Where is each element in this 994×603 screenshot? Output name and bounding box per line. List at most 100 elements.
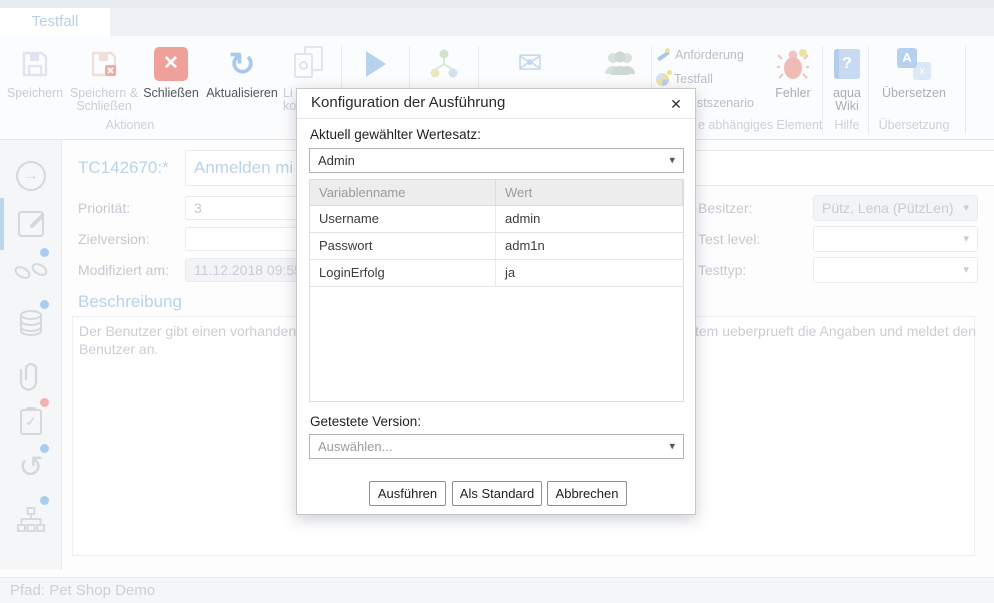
sidebar-item-hierarchy[interactable] [0,496,62,544]
save-close-icon [64,44,144,84]
translate-button[interactable]: xA Übersetzen [876,44,952,100]
run-button[interactable] [348,44,404,84]
table-row[interactable]: Username admin [310,206,683,233]
create-testszenario-button[interactable]: stszenario [697,96,754,110]
status-bar: Pfad: Pet Shop Demo [0,577,994,603]
zielversion-label: Zielversion: [78,231,150,247]
save-close-button[interactable]: Speichern & Schließen [64,44,144,113]
requirement-pencil-icon [656,48,670,62]
clipboard-check-icon: ✓ [20,409,42,435]
group-caption-hilfe: Hilfe [824,118,870,132]
version-select[interactable]: Auswählen... ▾ [309,434,684,459]
group-caption-aktionen: Aktionen [100,118,160,132]
badge-dot-blue [40,496,49,505]
ribbon-separator [822,46,823,134]
testlevel-select[interactable]: ▾ [813,226,978,252]
chevron-down-icon: ▾ [963,227,969,251]
column-header-variablenname: Variablenname [310,180,496,205]
version-label: Getestete Version: [310,414,421,429]
sidebar-item-attachments[interactable] [0,352,62,400]
badge-dot-blue [40,248,49,257]
testlevel-label: Test level: [698,231,760,247]
wertesatz-select[interactable]: Admin ▾ [309,148,684,173]
wiki-label: aqua Wiki [824,87,870,113]
column-header-wert: Wert [496,180,683,205]
dialog-close-icon[interactable]: ✕ [667,95,685,113]
tab-testfall[interactable]: Testfall [0,8,110,36]
group-caption-dependent-element: e abhängiges Element [698,118,822,132]
dialog-title-bar: Konfiguration der Ausführung ✕ [297,89,695,119]
abbrechen-button[interactable]: Abbrechen [547,481,627,506]
people-button[interactable] [590,44,650,84]
als-standard-button[interactable]: Als Standard [452,481,542,506]
sitemap-icon [17,507,45,533]
wiki-button[interactable]: ? aqua Wiki [824,44,870,113]
create-testszenario-label: stszenario [697,96,754,110]
save-label: Speichern [6,87,64,100]
test-steps-icon [16,259,46,285]
create-testfall-button[interactable]: Testfall [656,72,713,86]
sidebar-item-steps[interactable] [0,248,62,296]
chevron-down-icon: ▾ [963,196,969,220]
testtyp-select[interactable]: ▾ [813,257,978,283]
version-placeholder: Auswählen... [318,439,392,454]
sidebar-item-history[interactable]: ↺ [0,444,62,492]
modifiziert-label: Modifiziert am: [78,262,169,278]
variables-table: Variablenname Wert Username admin Passwo… [309,179,684,402]
table-header-row: Variablenname Wert [310,180,683,206]
testtyp-label: Testtyp: [698,262,746,278]
ausfuehren-button[interactable]: Ausführen [369,481,446,506]
mail-icon: ✉ [517,49,542,79]
refresh-icon: ↻ [229,48,256,80]
save-button[interactable]: Speichern [6,44,64,100]
floppy-x-icon [89,49,119,79]
badge-dot-blue [40,300,49,309]
close-button[interactable]: ✕ Schließen [142,44,200,100]
sidebar-item-navigate[interactable]: → [0,152,62,200]
create-anforderung-label: Anforderung [675,48,744,62]
translate-label: Übersetzen [876,87,952,100]
table-row[interactable]: Passwort adm1n [310,233,683,260]
help-book-icon: ? [834,49,860,79]
save-icon [6,44,64,84]
database-icon [18,309,44,339]
besitzer-select[interactable]: Pütz, Lena (PützLen) ▾ [813,195,978,221]
badge-dot-red [40,398,49,407]
content-bottom-strip [0,570,994,577]
variable-value-cell: ja [496,260,683,286]
workflow-button[interactable] [414,44,474,84]
history-clock-icon: ↺ [18,453,43,483]
besitzer-label: Besitzer: [698,200,752,216]
fehler-label: Fehler [765,87,821,100]
prioritaet-label: Priorität: [78,200,130,216]
table-row[interactable]: LoginErfolg ja [310,260,683,287]
mail-button[interactable]: ✉ [500,44,560,84]
variable-value-cell: adm1n [496,233,683,259]
ribbon-separator [868,46,869,134]
ribbon-tab-bar: Testfall [0,8,994,36]
dialog-title: Konfiguration der Ausführung [311,94,505,111]
refresh-button[interactable]: ↻ Aktualisieren [200,44,284,100]
badge-dot-blue [40,444,49,453]
testcase-id: TC142670:* [78,158,169,178]
sidebar-item-tasks[interactable]: ✓ [0,398,62,446]
testcase-pie-icon [656,73,669,86]
group-caption-uebersetzung: Übersetzung [876,118,952,132]
floppy-icon [20,49,50,79]
edit-pencil-icon [18,211,44,237]
close-x-icon: ✕ [154,47,188,81]
create-anforderung-button[interactable]: Anforderung [656,48,744,62]
sidebar-item-edit[interactable] [0,200,62,248]
chevron-down-icon: ▾ [669,149,675,172]
beschreibung-line1-right: tem ueberprueft die Angaben und meldet d… [695,323,976,339]
copy-link-icon [291,46,325,82]
sidebar-item-data[interactable] [0,300,62,348]
paperclip-icon [19,361,43,391]
selected-indicator [0,198,4,250]
arrow-right-circle-icon: → [16,161,46,191]
fehler-button[interactable]: Fehler [765,44,821,100]
chevron-down-icon: ▾ [669,435,675,458]
refresh-label: Aktualisieren [200,87,284,100]
variable-name-cell: Passwort [310,233,496,259]
variable-value-cell: admin [496,206,683,232]
